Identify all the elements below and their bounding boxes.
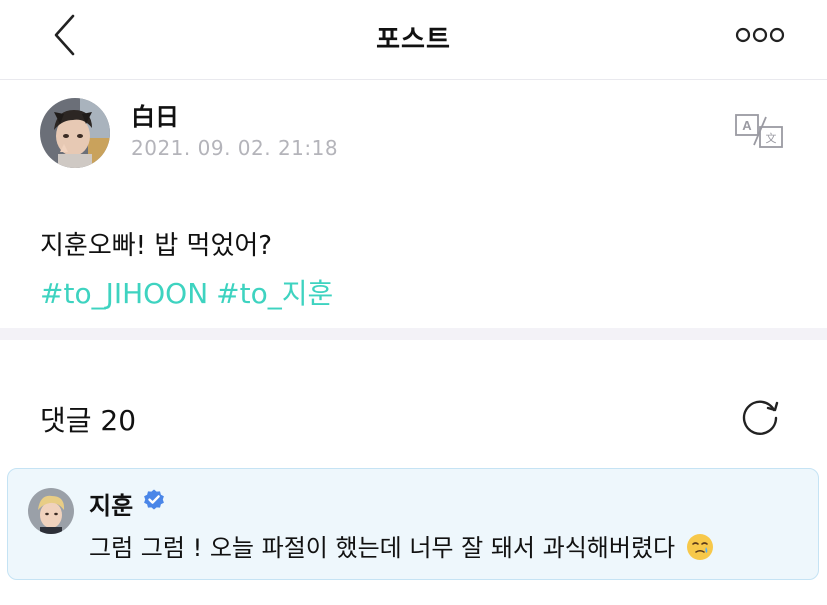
hashtag-link[interactable]: #to_JIHOON: [40, 277, 208, 310]
more-horizontal-icon: [735, 27, 785, 43]
more-options-button[interactable]: [730, 22, 790, 48]
comment-text: 그럼 그럼 ! 오늘 파절이 했는데 너무 잘 돼서 과식해버렸다: [89, 534, 676, 562]
comments-header: 댓글 20: [0, 340, 827, 465]
top-navigation-bar: 포스트: [0, 0, 827, 80]
translate-icon: A 文: [735, 114, 783, 148]
commenter-photo: [28, 488, 74, 534]
svg-text:文: 文: [766, 131, 777, 145]
hashtag-list: #to_JIHOON #to_지훈: [40, 272, 341, 312]
commenter-name[interactable]: 지훈: [89, 486, 133, 521]
refresh-icon: [742, 400, 779, 435]
comments-count-label: 댓글 20: [40, 404, 137, 437]
post-card: 白日 2021. 09. 02. 21:18 A 文 지훈오빠! 밥 먹었어? …: [0, 81, 827, 328]
author-avatar[interactable]: [40, 98, 110, 168]
page-title: 포스트: [376, 25, 451, 55]
smiling-tear-emoji-icon: [687, 534, 714, 560]
comment-body: 그럼 그럼 ! 오늘 파절이 했는데 너무 잘 돼서 과식해버렸다: [89, 528, 715, 563]
author-name[interactable]: 白日: [131, 97, 179, 132]
comment-item[interactable]: 지훈 그럼 그럼 ! 오늘 파절이 했는데 너무 잘 돼서 과식해버렸다: [7, 468, 819, 580]
refresh-comments-button[interactable]: [738, 394, 782, 438]
hashtag-link[interactable]: #to_지훈: [216, 277, 333, 310]
avatar-photo: [40, 98, 110, 168]
verified-badge-icon: [144, 489, 164, 510]
post-timestamp: 2021. 09. 02. 21:18: [131, 136, 339, 160]
post-body-text: 지훈오빠! 밥 먹었어?: [40, 231, 273, 261]
commenter-avatar[interactable]: [28, 488, 74, 534]
translate-button[interactable]: A 文: [732, 111, 788, 151]
svg-text:A: A: [742, 118, 752, 133]
section-divider: [0, 328, 827, 340]
